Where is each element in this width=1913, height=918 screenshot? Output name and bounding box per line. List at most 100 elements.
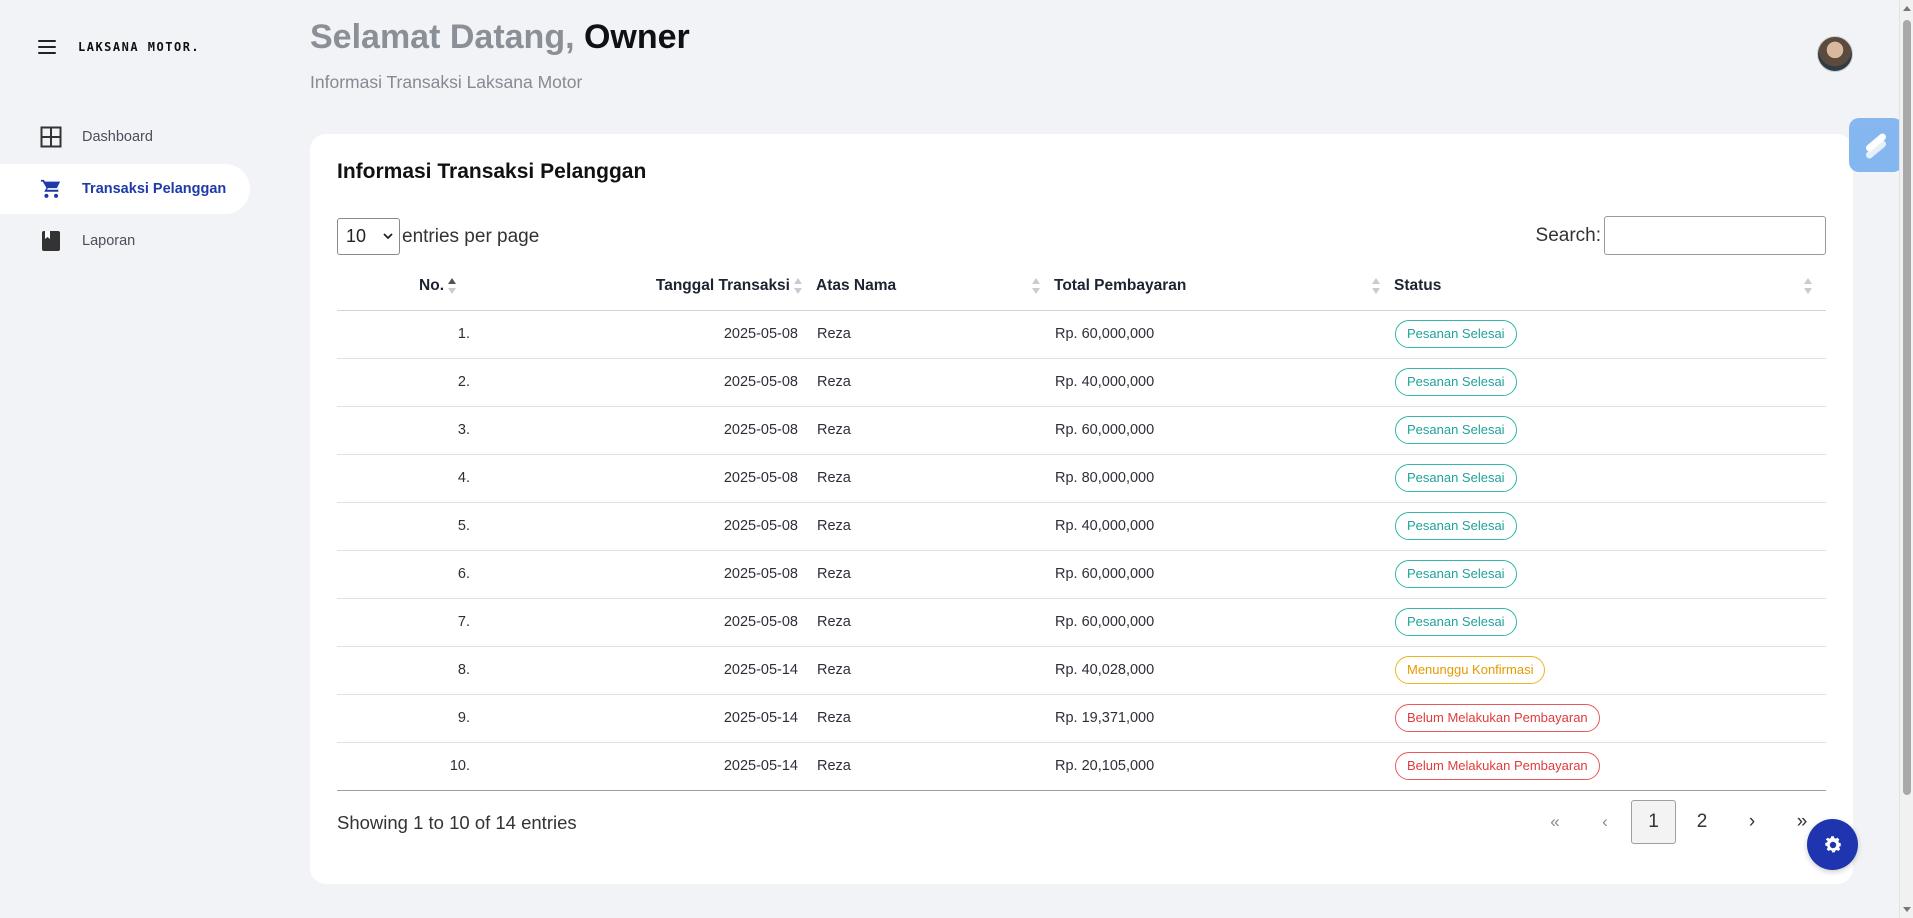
row-name: Reza (816, 406, 1054, 455)
row-total: Rp. 60,000,000 (1054, 550, 1394, 599)
row-no: 1. (337, 310, 470, 359)
table-row: 5. 2025-05-08 Reza Rp. 40,000,000 Pesanan Se… (337, 502, 1826, 551)
column-label: Status (1394, 276, 1442, 294)
greeting-name: Owner (583, 18, 690, 56)
prev-page-button[interactable]: ‹ (1581, 800, 1629, 844)
column-header-total[interactable]: Total Pembayaran (1054, 262, 1394, 311)
row-no: 5. (337, 502, 470, 551)
page-scrollbar[interactable] (1899, 0, 1913, 918)
row-no: 4. (337, 454, 470, 503)
sidebar-nav: Dashboard Transaksi Pelanggan Laporan (0, 112, 250, 268)
row-status: Pesanan Selesai (1394, 358, 1826, 407)
status-badge: Belum Melakukan Pembayaran (1395, 704, 1600, 732)
row-status: Menunggu Konfirmasi (1394, 646, 1826, 695)
column-label: Total Pembayaran (1054, 276, 1187, 294)
table-row: 1. 2025-05-08 Reza Rp. 60,000,000 Pesanan Se… (337, 310, 1826, 359)
sidebar-item-dashboard[interactable]: Dashboard (0, 112, 250, 162)
table-row: 4. 2025-05-08 Reza Rp. 80,000,000 Pesanan Se… (337, 454, 1826, 503)
settings-gear-icon[interactable] (1807, 819, 1858, 870)
sidebar: LAKSANA MOTOR. Dashboard Transaksi Pelan… (0, 0, 260, 918)
row-no: 9. (337, 694, 470, 743)
greeting-prefix: Selamat Datang, (310, 18, 575, 56)
row-total: Rp. 60,000,000 (1054, 598, 1394, 647)
scroll-up-arrow-icon[interactable] (1903, 6, 1911, 11)
search-control: Search: (1536, 216, 1826, 255)
entries-per-page-select[interactable]: 10 (337, 218, 400, 255)
chevron-down-icon (383, 233, 393, 240)
column-header-date[interactable]: Tanggal Transaksi (470, 262, 816, 311)
link-widget-icon[interactable] (1849, 118, 1903, 172)
transactions-card: Informasi Transaksi Pelanggan 10 entries… (310, 134, 1853, 884)
first-page-button[interactable]: « (1531, 800, 1579, 844)
row-date: 2025-05-08 (470, 550, 816, 599)
row-date: 2025-05-14 (470, 646, 816, 695)
row-status: Pesanan Selesai (1394, 598, 1826, 647)
status-badge: Pesanan Selesai (1395, 512, 1517, 540)
table-row: 8. 2025-05-14 Reza Rp. 40,028,000 Menunggu K… (337, 646, 1826, 695)
row-total: Rp. 40,000,000 (1054, 502, 1394, 551)
sort-asc-icon (448, 277, 456, 294)
row-name: Reza (816, 310, 1054, 359)
brand-row: LAKSANA MOTOR. (38, 40, 200, 54)
row-name: Reza (816, 742, 1054, 791)
row-name: Reza (816, 598, 1054, 647)
search-input[interactable] (1604, 216, 1826, 255)
next-page-button[interactable]: › (1728, 800, 1776, 844)
row-total: Rp. 60,000,000 (1054, 310, 1394, 359)
column-label: No. (419, 276, 444, 294)
row-status: Pesanan Selesai (1394, 406, 1826, 455)
row-no: 2. (337, 358, 470, 407)
row-date: 2025-05-08 (470, 502, 816, 551)
row-name: Reza (816, 454, 1054, 503)
status-badge: Pesanan Selesai (1395, 608, 1517, 636)
table-info: Showing 1 to 10 of 14 entries (337, 812, 577, 833)
row-status: Belum Melakukan Pembayaran (1394, 742, 1826, 791)
row-total: Rp. 40,028,000 (1054, 646, 1394, 695)
column-header-status[interactable]: Status (1394, 262, 1826, 311)
row-date: 2025-05-14 (470, 694, 816, 743)
table-row: 3. 2025-05-08 Reza Rp. 60,000,000 Pesanan Se… (337, 406, 1826, 455)
column-header-no[interactable]: No. (337, 262, 470, 311)
scroll-down-arrow-icon[interactable] (1903, 907, 1911, 912)
sidebar-item-transaksi[interactable]: Transaksi Pelanggan (0, 164, 250, 214)
sort-icon (794, 277, 802, 294)
row-name: Reza (816, 502, 1054, 551)
row-date: 2025-05-08 (470, 358, 816, 407)
avatar[interactable] (1817, 36, 1853, 72)
pagination: « ‹ 1 2 › » (1529, 800, 1826, 844)
table-row: 6. 2025-05-08 Reza Rp. 60,000,000 Pesanan Se… (337, 550, 1826, 599)
status-badge: Pesanan Selesai (1395, 368, 1517, 396)
page-subtitle: Informasi Transaksi Laksana Motor (310, 72, 583, 92)
page-button-1[interactable]: 1 (1631, 800, 1676, 844)
sidebar-item-label: Dashboard (82, 129, 153, 145)
row-status: Belum Melakukan Pembayaran (1394, 694, 1826, 743)
row-total: Rp. 19,371,000 (1054, 694, 1394, 743)
page-button-2[interactable]: 2 (1678, 800, 1726, 844)
menu-toggle-icon[interactable] (38, 40, 56, 54)
status-badge: Pesanan Selesai (1395, 320, 1517, 348)
column-header-name[interactable]: Atas Nama (816, 262, 1054, 311)
row-total: Rp. 80,000,000 (1054, 454, 1394, 503)
table-header-row: No. Tanggal Transaksi Atas Nama Total Pe… (337, 262, 1826, 311)
table-body: 1. 2025-05-08 Reza Rp. 60,000,000 Pesanan Se… (337, 310, 1826, 791)
sort-icon (1032, 277, 1040, 294)
card-title: Informasi Transaksi Pelanggan (337, 160, 647, 183)
row-no: 10. (337, 742, 470, 791)
sort-icon (1372, 277, 1380, 294)
row-date: 2025-05-08 (470, 406, 816, 455)
sidebar-item-label: Laporan (82, 233, 136, 249)
table-row: 2. 2025-05-08 Reza Rp. 40,000,000 Pesanan Se… (337, 358, 1826, 407)
row-total: Rp. 60,000,000 (1054, 406, 1394, 455)
search-label: Search: (1535, 224, 1601, 246)
column-label: Atas Nama (816, 276, 897, 294)
sidebar-item-laporan[interactable]: Laporan (0, 216, 250, 266)
status-badge: Belum Melakukan Pembayaran (1395, 752, 1600, 780)
scrollbar-thumb[interactable] (1903, 20, 1911, 795)
brand-logo: LAKSANA MOTOR. (78, 40, 201, 54)
row-total: Rp. 40,000,000 (1054, 358, 1394, 407)
row-date: 2025-05-08 (470, 310, 816, 359)
table-row: 10. 2025-05-14 Reza Rp. 20,105,000 Belum Mel… (337, 742, 1826, 791)
row-date: 2025-05-08 (470, 598, 816, 647)
book-icon (40, 230, 62, 252)
status-badge: Pesanan Selesai (1395, 416, 1517, 444)
